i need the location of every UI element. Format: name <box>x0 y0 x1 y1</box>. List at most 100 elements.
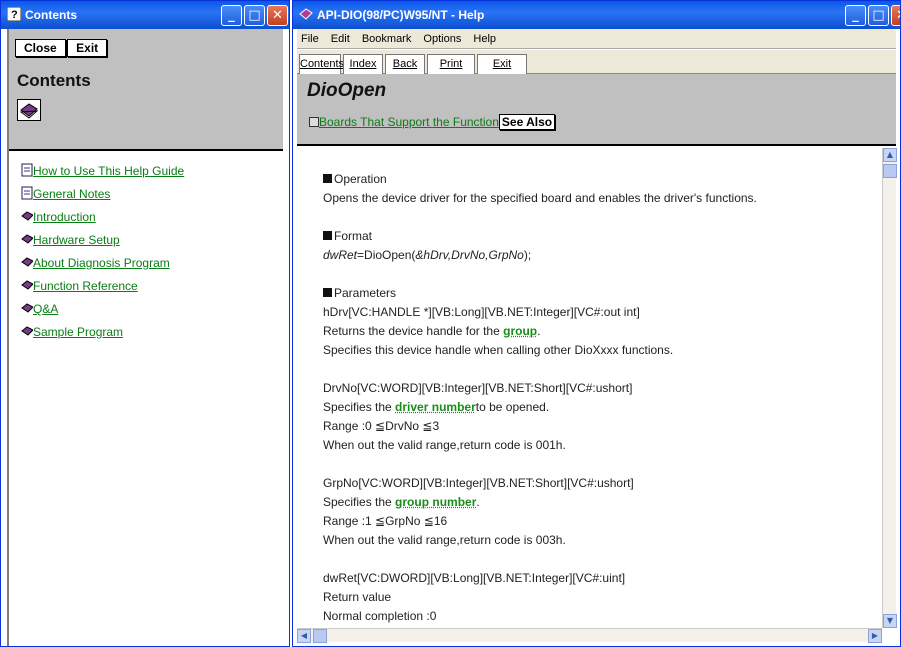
contents-panel: Close Exit Contents How to Use This Help… <box>7 29 283 646</box>
boards-row: Boards That Support the Function See Also <box>309 114 556 130</box>
tree-link[interactable]: Function Reference <box>33 279 138 293</box>
format-line: dwRet=DioOpen(&hDrv,DrvNo,GrpNo); <box>323 248 532 262</box>
hdrv-signature: hDrv[VC:HANDLE *][VB:Long][VB.NET:Intege… <box>323 305 640 319</box>
tree-item-diagnosis[interactable]: About Diagnosis Program <box>21 253 184 276</box>
scroll-down-icon[interactable]: ▼ <box>883 614 897 628</box>
book-button[interactable] <box>17 99 41 121</box>
tree-item-general-notes[interactable]: General Notes <box>21 184 184 207</box>
hscroll-thumb[interactable] <box>313 629 327 643</box>
book-icon <box>21 326 33 336</box>
topic-content: Operation Opens the device driver for th… <box>297 148 882 628</box>
operation-heading: Operation <box>323 170 882 189</box>
maximize-button[interactable]: □ <box>868 5 889 26</box>
close-button[interactable]: Close <box>15 39 66 57</box>
topic-header: DioOpen Boards That Support the Function… <box>297 74 896 146</box>
format-heading: Format <box>323 227 882 246</box>
close-window-button[interactable]: ✕ <box>267 5 288 26</box>
tab-index[interactable]: Index <box>343 54 383 74</box>
hdrv-desc-2: Specifies this device handle when callin… <box>323 343 674 357</box>
book-icon <box>21 211 33 221</box>
vertical-scrollbar[interactable]: ▲ ▼ <box>882 148 897 628</box>
tree-link[interactable]: General Notes <box>33 187 110 201</box>
menu-edit[interactable]: Edit <box>331 33 350 45</box>
tree-item-function-reference[interactable]: Function Reference <box>21 276 184 299</box>
bullet-square-icon <box>323 174 332 183</box>
page-icon <box>21 186 33 200</box>
tree-item-hardware-setup[interactable]: Hardware Setup <box>21 230 184 253</box>
contents-tree: How to Use This Help Guide General Notes… <box>21 161 184 345</box>
button-bar: Contents Index Back Print Exit <box>297 50 896 74</box>
contents-titlebar[interactable]: ? Contents _ □ ✕ <box>1 1 289 29</box>
group-number-link[interactable]: group number <box>395 495 476 509</box>
book-icon <box>21 257 33 267</box>
hdrv-desc: Returns the device handle for the group. <box>323 324 541 338</box>
boards-link[interactable]: Boards That Support the Function <box>319 115 499 129</box>
grpno-desc: Specifies the group number. <box>323 495 480 509</box>
help-window: API-DIO(98/PC)W95/NT - Help _ □ ✕ File E… <box>292 0 901 647</box>
bullet-square-icon <box>323 231 332 240</box>
see-also-button[interactable]: See Also <box>498 114 556 130</box>
book-icon <box>19 103 39 119</box>
drvno-signature: DrvNo[VC:WORD][VB:Integer][VB.NET:Short]… <box>323 381 633 395</box>
tree-item-sample-program[interactable]: Sample Program <box>21 322 184 345</box>
scroll-left-icon[interactable]: ◀ <box>297 629 311 643</box>
exit-button[interactable]: Exit <box>67 39 108 57</box>
dwret-normal: Normal completion :0 <box>323 609 437 623</box>
tree-link[interactable]: Sample Program <box>33 325 123 339</box>
grpno-range: Range :1 ≦GrpNo ≦16 <box>323 514 448 528</box>
contents-window: ? Contents _ □ ✕ Close Exit Contents How… <box>0 0 290 647</box>
contents-title: Contents <box>25 8 77 22</box>
tree-link[interactable]: Hardware Setup <box>33 233 120 247</box>
menu-options[interactable]: Options <box>423 33 461 45</box>
minimize-button[interactable]: _ <box>221 5 242 26</box>
drvno-error: When out the valid range,return code is … <box>323 438 566 452</box>
tree-item-how-to-use[interactable]: How to Use This Help Guide <box>21 161 184 184</box>
scroll-up-icon[interactable]: ▲ <box>883 148 897 162</box>
contents-button-row: Close Exit <box>15 39 108 57</box>
topic-title: DioOpen <box>307 80 387 101</box>
tab-print[interactable]: Print <box>427 54 475 74</box>
book-icon <box>21 303 33 313</box>
operation-text: Opens the device driver for the specifie… <box>323 191 757 205</box>
menu-file[interactable]: File <box>301 33 319 45</box>
help-title: API-DIO(98/PC)W95/NT - Help <box>317 8 485 22</box>
menu-help[interactable]: Help <box>473 33 496 45</box>
driver-number-link[interactable]: driver number <box>395 400 476 414</box>
minimize-button[interactable]: _ <box>845 5 866 26</box>
grpno-signature: GrpNo[VC:WORD][VB:Integer][VB.NET:Short]… <box>323 476 634 490</box>
tree-item-qa[interactable]: Q&A <box>21 299 184 322</box>
menu-bookmark[interactable]: Bookmark <box>362 33 412 45</box>
drvno-range: Range :0 ≦DrvNo ≦3 <box>323 419 440 433</box>
book-icon <box>21 234 33 244</box>
book-icon <box>21 280 33 290</box>
svg-text:?: ? <box>11 9 18 21</box>
tree-link[interactable]: About Diagnosis Program <box>33 256 170 270</box>
book-icon <box>299 3 313 20</box>
dwret-desc: Return value <box>323 590 392 604</box>
contents-heading: Contents <box>17 71 91 90</box>
page-icon <box>21 163 33 177</box>
close-window-button[interactable]: ✕ <box>891 5 900 26</box>
help-titlebar[interactable]: API-DIO(98/PC)W95/NT - Help _ □ ✕ <box>293 1 900 29</box>
group-link[interactable]: group <box>503 324 537 338</box>
scroll-right-icon[interactable]: ▶ <box>868 629 882 643</box>
menu-bar: File Edit Bookmark Options Help <box>297 29 896 49</box>
help-icon: ? <box>6 3 22 22</box>
bullet-square-icon <box>323 288 332 297</box>
tree-link[interactable]: Q&A <box>33 302 58 316</box>
horizontal-scrollbar[interactable]: ◀ ▶ <box>297 628 882 643</box>
tab-contents[interactable]: Contents <box>299 54 344 74</box>
tree-link[interactable]: Introduction <box>33 210 96 224</box>
tree-item-introduction[interactable]: Introduction <box>21 207 184 230</box>
scroll-thumb[interactable] <box>883 164 897 178</box>
grpno-error: When out the valid range,return code is … <box>323 533 566 547</box>
maximize-button[interactable]: □ <box>244 5 265 26</box>
dwret-signature: dwRet[VC:DWORD][VB:Long][VB.NET:Integer]… <box>323 571 626 585</box>
contents-header: Close Exit Contents <box>9 29 283 151</box>
parameters-heading: Parameters <box>323 284 882 303</box>
drvno-desc: Specifies the driver numberto be opened. <box>323 400 550 414</box>
tree-link[interactable]: How to Use This Help Guide <box>33 164 184 178</box>
page-icon <box>309 117 319 127</box>
tab-exit[interactable]: Exit <box>477 54 527 74</box>
tab-back[interactable]: Back <box>385 54 425 74</box>
